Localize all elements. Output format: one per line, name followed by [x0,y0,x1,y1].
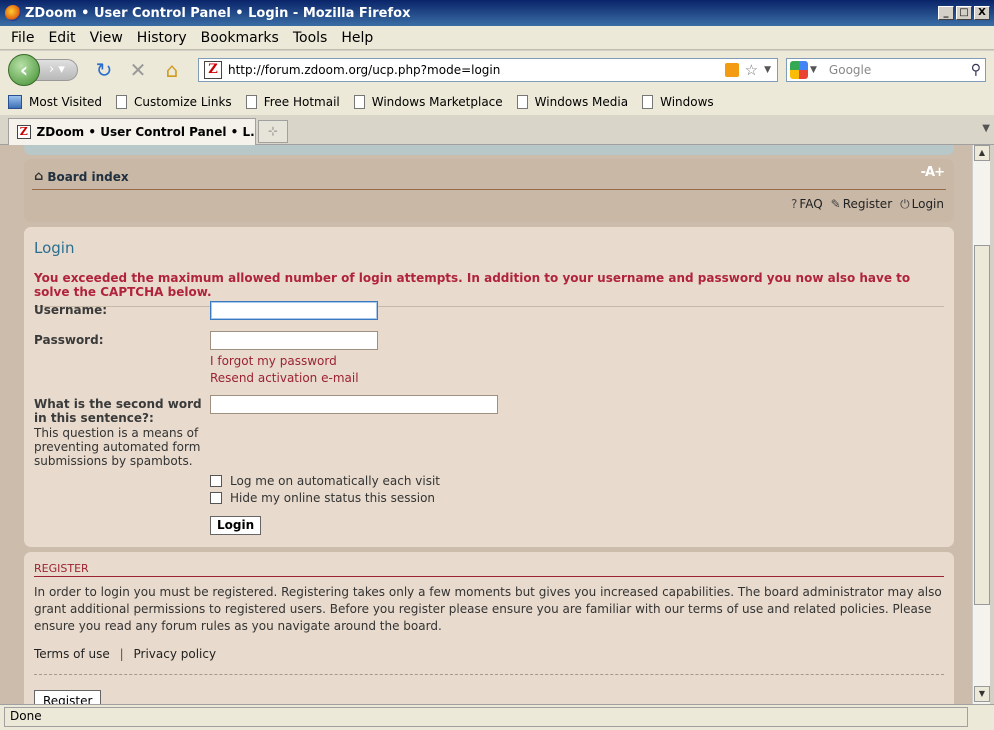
header-strip [24,145,954,155]
board-index-link[interactable]: ⌂ Board index [34,169,129,184]
auto-login-checkbox[interactable] [210,475,222,487]
menu-edit[interactable]: Edit [41,30,82,46]
vertical-scrollbar[interactable]: ▲ ▼ [972,145,990,704]
page-icon [516,95,528,109]
minimize-button[interactable]: _ [938,6,954,20]
search-input[interactable]: Google [829,63,971,77]
resend-activation-link[interactable]: Resend activation e-mail [210,371,359,385]
divider [34,576,944,577]
question-description: This question is a means of preventing a… [34,426,201,468]
register-icon: ✎ [830,197,841,211]
search-icon[interactable]: ⚲ [971,62,981,78]
menu-file[interactable]: File [4,30,41,46]
tab-favicon: Z [17,125,31,139]
hide-status-checkbox[interactable] [210,492,222,504]
bookmark-free-hotmail[interactable]: Free Hotmail [245,95,340,109]
maximize-button[interactable]: □ [956,6,972,20]
url-bar[interactable]: Z http://forum.zdoom.org/ucp.php?mode=lo… [198,58,778,82]
question-label: What is the second word in this sentence… [34,397,202,425]
forgot-password-link[interactable]: I forgot my password [210,354,337,368]
navigation-toolbar: ‹ › ▾ ↻ ✕ ⌂ Z http://forum.zdoom.org/ucp… [0,51,994,89]
window-title: ZDoom • User Control Panel • Login - Moz… [25,5,411,21]
menu-bar: File Edit View History Bookmarks Tools H… [0,26,994,50]
url-dropdown-icon[interactable]: ▼ [764,65,771,75]
tab-list-dropdown-icon[interactable]: ▼ [982,123,990,134]
search-engine-dropdown-icon[interactable]: ▼ [810,65,817,75]
firefox-icon [5,5,21,21]
divider [34,674,944,675]
captcha-answer-input[interactable] [210,395,498,414]
power-icon: ⏻ [900,197,910,211]
menu-view[interactable]: View [83,30,130,46]
menu-help[interactable]: Help [334,30,380,46]
login-link[interactable]: ⏻ Login [900,197,944,212]
navbar-panel: ⌂ Board index -A+ ? FAQ ✎ Register ⏻ Login [24,159,954,222]
menu-tools[interactable]: Tools [286,30,335,46]
most-visited-icon [8,95,22,109]
register-button[interactable]: Register [34,690,102,704]
faq-icon: ? [791,197,798,211]
page-icon [116,95,128,109]
register-link[interactable]: ✎ Register [831,197,892,212]
tab-label: ZDoom • User Control Panel • L... [36,125,255,139]
password-input[interactable] [210,331,378,350]
hide-status-option[interactable]: Hide my online status this session [210,491,435,505]
page-icon [353,95,365,109]
scrollbar-thumb[interactable] [974,245,990,605]
faq-link[interactable]: ? FAQ [791,197,823,212]
privacy-policy-link[interactable]: Privacy policy [133,647,216,661]
home-icon[interactable]: ⌂ [160,58,184,82]
auto-login-option[interactable]: Log me on automatically each visit [210,474,440,488]
login-panel: Login You exceeded the maximum allowed n… [24,227,954,547]
bookmark-customize-links[interactable]: Customize Links [116,95,232,109]
register-heading: REGISTER [34,562,89,575]
home-icon: ⌂ [34,169,44,184]
login-button[interactable]: Login [210,516,262,535]
bookmark-most-visited[interactable]: Most Visited [8,95,102,109]
rss-feed-icon[interactable] [724,63,739,77]
page-icon [642,95,654,109]
status-text: Done [10,709,42,723]
status-bar: Done [0,704,994,730]
divider [32,189,946,190]
login-title: Login [34,239,75,257]
link-separator: | [119,647,124,661]
username-input[interactable] [210,301,378,320]
bookmarks-toolbar: Most Visited Customize Links Free Hotmai… [0,89,994,115]
bookmark-windows-marketplace[interactable]: Windows Marketplace [353,95,503,109]
search-bar[interactable]: ▼ Google ⚲ [786,58,986,82]
site-favicon: Z [204,61,222,79]
scroll-down-icon[interactable]: ▼ [974,686,990,702]
terms-of-use-link[interactable]: Terms of use [34,647,110,661]
scroll-up-icon[interactable]: ▲ [974,145,990,161]
tab-strip: Z ZDoom • User Control Panel • L... ⊹ ▼ [0,115,994,145]
tab-zdoom-login[interactable]: Z ZDoom • User Control Panel • L... [8,118,256,145]
close-button[interactable]: X [974,6,990,20]
title-bar: ZDoom • User Control Panel • Login - Moz… [0,0,994,26]
back-button[interactable]: ‹ [8,54,40,86]
page-viewport: ⌂ Board index -A+ ? FAQ ✎ Register ⏻ Login … [0,145,972,704]
menu-bookmarks[interactable]: Bookmarks [194,30,286,46]
register-text: In order to login you must be registered… [34,585,942,633]
google-icon[interactable] [790,61,808,79]
forward-button[interactable]: › ▾ [34,59,78,81]
new-tab-button[interactable]: ⊹ [258,120,288,143]
reload-icon[interactable]: ↻ [92,58,116,82]
bookmark-windows[interactable]: Windows [642,95,714,109]
stop-icon[interactable]: ✕ [126,58,150,82]
divider [34,306,944,307]
font-size-icon[interactable]: -A+ [921,165,945,180]
url-text[interactable]: http://forum.zdoom.org/ucp.php?mode=logi… [228,63,725,77]
bookmark-star-icon[interactable]: ☆ [745,61,758,79]
page-icon [245,95,257,109]
menu-history[interactable]: History [130,30,194,46]
error-message: You exceeded the maximum allowed number … [34,271,911,299]
username-label: Username: [34,303,108,317]
bookmark-windows-media[interactable]: Windows Media [516,95,628,109]
password-label: Password: [34,333,104,347]
register-panel: REGISTER In order to login you must be r… [24,552,954,704]
